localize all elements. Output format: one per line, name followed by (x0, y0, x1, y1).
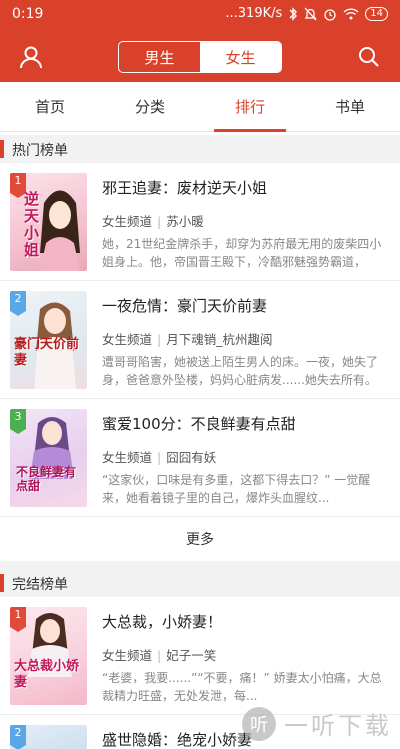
network-speed: ...319K/s (225, 6, 283, 21)
section-title: 完结榜单 (12, 577, 68, 593)
segment-female[interactable]: 女生 (200, 42, 281, 72)
section-finished-header: 完结榜单 (0, 569, 400, 597)
main-tabs: 首页 分类 排行 书单 (0, 82, 400, 132)
book-description: 遭哥哥陷害，她被送上陌生男人的床。一夜，她失了身，爸爸意外坠楼，妈妈心脏病发..… (102, 355, 379, 387)
segment-male[interactable]: 男生 (119, 42, 200, 72)
tab-category[interactable]: 分类 (100, 82, 200, 131)
book-cover: 2 (10, 725, 87, 749)
book-channel: 女生频道 (102, 214, 153, 229)
section-title: 热门榜单 (12, 143, 68, 159)
gender-segment: 男生 女生 (118, 41, 282, 73)
book-item[interactable]: 2 豪门天价前妻 一夜危情：豪门天价前妻 女生频道 | 月下魂销_杭州趣阅 遭哥哥陷… (0, 281, 400, 399)
book-title: 邪王追妻：废材逆天小姐 (102, 179, 268, 197)
section-accent-bar (0, 574, 4, 592)
tab-booklist[interactable]: 书单 (300, 82, 400, 131)
book-description: “老婆，我要......”“不要，痛！” 娇妻太小怕痛，大总裁精力旺盛，无处发泄… (102, 671, 382, 703)
book-author: 囧囧有妖 (166, 450, 217, 465)
status-time: 0:19 (12, 6, 44, 22)
rank-badge: 2 (10, 291, 26, 316)
section-hot-header: 热门榜单 (0, 135, 400, 163)
rank-badge: 1 (10, 607, 26, 632)
book-meta: 女生频道 | 苏小暖 (102, 214, 204, 229)
tab-ranking[interactable]: 排行 (200, 82, 300, 132)
book-author: 月下魂销_杭州趣阅 (166, 332, 273, 347)
book-channel: 女生频道 (102, 332, 153, 347)
search-icon[interactable] (355, 43, 383, 71)
user-icon[interactable] (17, 43, 45, 71)
book-item[interactable]: 1 大总裁小娇妻 大总裁，小娇妻！ 女生频道 | 妃子一笑 “老婆，我要......… (0, 597, 400, 715)
watermark-text: 一听下载 (284, 712, 392, 740)
book-channel: 女生频道 (102, 450, 153, 465)
book-description: “这家伙，口味是有多重，这都下得去口？” 一觉醒来，她看着镜子里的自己，爆炸头血… (102, 473, 371, 505)
cover-title: 逆天小姐 (24, 190, 40, 259)
cover-title: 大总裁小娇妻 (14, 659, 80, 690)
book-cover: 2 豪门天价前妻 (10, 291, 87, 389)
rank-badge: 2 (10, 725, 26, 749)
tab-home[interactable]: 首页 (0, 82, 100, 131)
section-accent-bar (0, 140, 4, 158)
book-item[interactable]: 3 不良鲜妻有点甜 蜜爱100分：不良鲜妻有点甜 女生频道 | 囧囧有妖 “这家伙，… (0, 399, 400, 517)
book-meta: 女生频道 | 月下魂销_杭州趣阅 (102, 332, 273, 347)
status-indicators: ...319K/s 14 (225, 6, 388, 21)
book-description: 她，21世纪金牌杀手，却穿为苏府最无用的废柴四小姐身上。他，帝国晋王殿下，冷酷邪… (102, 237, 382, 269)
book-cover: 1 大总裁小娇妻 (10, 607, 87, 705)
more-button[interactable]: 更多 (0, 517, 400, 569)
mute-bell-icon (304, 7, 317, 20)
book-author: 苏小暖 (166, 214, 204, 229)
book-title: 大总裁，小娇妻！ (102, 613, 223, 631)
battery-indicator: 14 (365, 6, 388, 21)
rank-badge: 3 (10, 409, 26, 434)
book-meta: 女生频道 | 囧囧有妖 (102, 450, 217, 465)
book-meta: 女生频道 | 妃子一笑 (102, 648, 217, 663)
book-title: 一夜危情：豪门天价前妻 (102, 297, 268, 315)
alarm-icon (324, 8, 336, 21)
watermark: 听 一听下载 (242, 706, 392, 741)
book-item[interactable]: 1 逆天小姐 邪王追妻：废材逆天小姐 女生频道 | 苏小暖 她，21世纪金牌杀手，却… (0, 163, 400, 281)
cover-title: 豪门天价前妻 (14, 337, 80, 368)
book-title: 蜜爱100分：不良鲜妻有点甜 (102, 415, 296, 433)
book-author: 妃子一笑 (166, 648, 217, 663)
bluetooth-icon (289, 6, 298, 21)
app-header: 男生 女生 (0, 32, 400, 82)
cover-title: 不良鲜妻有点甜 (16, 465, 77, 493)
book-cover: 3 不良鲜妻有点甜 (10, 409, 87, 507)
watermark-logo-icon: 听 (242, 706, 276, 741)
status-bar: 0:19 ...319K/s 14 (0, 0, 400, 32)
book-title: 盛世隐婚：绝宠小娇妻 (102, 731, 253, 749)
book-cover: 1 逆天小姐 (10, 173, 87, 271)
wifi-icon (343, 7, 359, 19)
book-channel: 女生频道 (102, 648, 153, 663)
